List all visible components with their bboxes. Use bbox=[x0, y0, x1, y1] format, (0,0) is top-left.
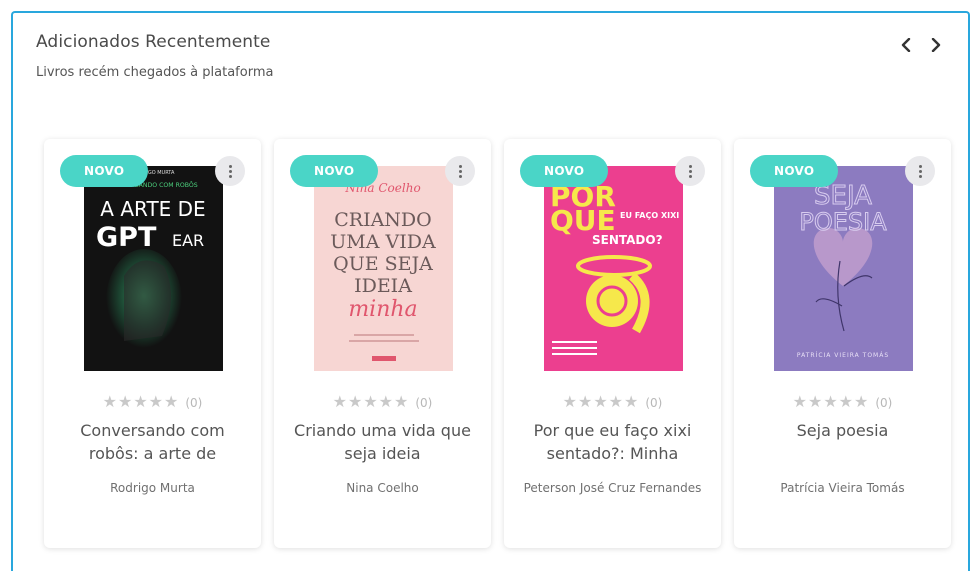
book-title[interactable]: Criando uma vida que seja ideia bbox=[288, 419, 477, 469]
svg-text:EAR: EAR bbox=[172, 231, 204, 250]
book-options-button[interactable] bbox=[675, 156, 705, 186]
svg-text:minha: minha bbox=[348, 297, 417, 322]
star-rating-icon: ★★★★★ bbox=[562, 392, 640, 411]
book-author: Peterson José Cruz Fernandes bbox=[523, 481, 702, 495]
chevron-left-icon bbox=[901, 38, 911, 52]
svg-text:PATRÍCIA VIEIRA TOMÁS: PATRÍCIA VIEIRA TOMÁS bbox=[797, 352, 889, 359]
book-options-button[interactable] bbox=[905, 156, 935, 186]
svg-text:IDEIA: IDEIA bbox=[354, 275, 412, 297]
new-badge: NOVO bbox=[520, 155, 608, 187]
new-badge: NOVO bbox=[60, 155, 148, 187]
kebab-menu-icon bbox=[688, 164, 692, 168]
kebab-menu-icon bbox=[458, 164, 462, 168]
book-cover-art: RODRIGO MURTA CONVERSANDO COM ROBÔS A AR… bbox=[84, 166, 223, 371]
rating: ★★★★★ (0) bbox=[44, 392, 261, 411]
chevron-right-icon bbox=[931, 38, 941, 52]
new-badge: NOVO bbox=[290, 155, 378, 187]
section-subtitle: Livros recém chegados à plataforma bbox=[36, 65, 274, 80]
new-badge: NOVO bbox=[750, 155, 838, 187]
rating-count: (0) bbox=[875, 396, 893, 410]
book-title[interactable]: Seja poesia bbox=[748, 419, 937, 469]
book-card[interactable]: Nina Coelho CRIANDO UMA VIDA QUE SEJA ID… bbox=[274, 139, 491, 548]
rating: ★★★★★ (0) bbox=[274, 392, 491, 411]
rating-count: (0) bbox=[415, 396, 433, 410]
svg-text:GPT: GPT bbox=[96, 222, 157, 253]
book-options-button[interactable] bbox=[445, 156, 475, 186]
svg-text:POESIA: POESIA bbox=[799, 208, 887, 236]
book-card[interactable]: POR QUE EU FAÇO XIXI SENTADO? NOVO ★★★★★… bbox=[504, 139, 721, 548]
section-title: Adicionados Recentemente bbox=[36, 32, 271, 52]
book-cover-art: POR QUE EU FAÇO XIXI SENTADO? bbox=[544, 166, 683, 371]
svg-text:QUE SEJA: QUE SEJA bbox=[333, 253, 433, 275]
book-author: Rodrigo Murta bbox=[110, 481, 195, 495]
svg-text:UMA VIDA: UMA VIDA bbox=[330, 231, 436, 253]
carousel-prev-button[interactable] bbox=[897, 35, 915, 55]
book-card[interactable]: RODRIGO MURTA CONVERSANDO COM ROBÔS A AR… bbox=[44, 139, 261, 548]
svg-text:SENTADO?: SENTADO? bbox=[592, 233, 663, 247]
svg-text:A ARTE DE: A ARTE DE bbox=[100, 197, 205, 221]
book-cover[interactable]: SEJA POESIA PATRÍCIA VIEIRA TOMÁS bbox=[774, 166, 913, 371]
book-cover-art: Nina Coelho CRIANDO UMA VIDA QUE SEJA ID… bbox=[314, 166, 453, 371]
kebab-menu-icon bbox=[918, 164, 922, 168]
star-rating-icon: ★★★★★ bbox=[792, 392, 870, 411]
star-rating-icon: ★★★★★ bbox=[102, 392, 180, 411]
book-cover-art: SEJA POESIA PATRÍCIA VIEIRA TOMÁS bbox=[774, 166, 913, 371]
book-options-button[interactable] bbox=[215, 156, 245, 186]
book-title[interactable]: Por que eu faço xixi sentado?: Minha bbox=[518, 419, 707, 469]
rating: ★★★★★ (0) bbox=[734, 392, 951, 411]
carousel-next-button[interactable] bbox=[927, 35, 945, 55]
rating-count: (0) bbox=[645, 396, 663, 410]
book-card[interactable]: SEJA POESIA PATRÍCIA VIEIRA TOMÁS NOVO ★… bbox=[734, 139, 951, 548]
book-cover[interactable]: POR QUE EU FAÇO XIXI SENTADO? bbox=[544, 166, 683, 371]
star-rating-icon: ★★★★★ bbox=[332, 392, 410, 411]
svg-text:CRIANDO: CRIANDO bbox=[334, 209, 432, 231]
book-cover[interactable]: RODRIGO MURTA CONVERSANDO COM ROBÔS A AR… bbox=[84, 166, 223, 371]
book-author: Nina Coelho bbox=[346, 481, 419, 495]
book-cover[interactable]: Nina Coelho CRIANDO UMA VIDA QUE SEJA ID… bbox=[314, 166, 453, 371]
rating-count: (0) bbox=[185, 396, 203, 410]
svg-text:EU FAÇO XIXI: EU FAÇO XIXI bbox=[620, 211, 679, 220]
book-title[interactable]: Conversando com robôs: a arte de bbox=[58, 419, 247, 469]
kebab-menu-icon bbox=[228, 164, 232, 168]
rating: ★★★★★ (0) bbox=[504, 392, 721, 411]
book-author: Patrícia Vieira Tomás bbox=[780, 481, 905, 495]
